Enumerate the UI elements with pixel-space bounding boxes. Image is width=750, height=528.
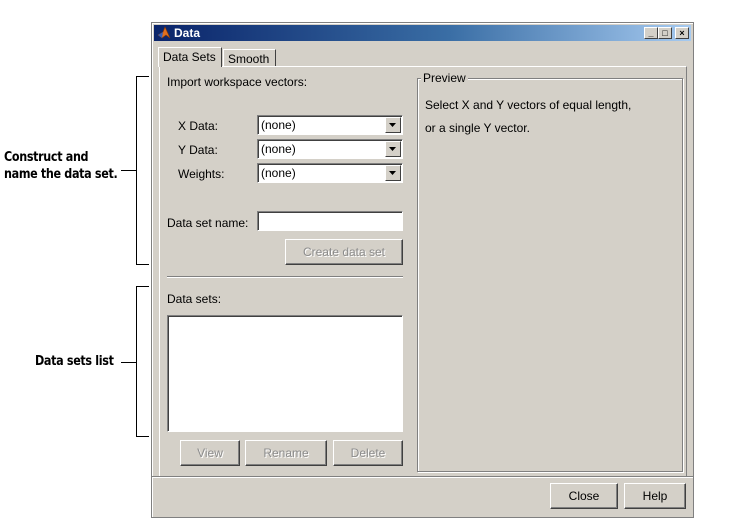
rename-button[interactable]: Rename (245, 440, 327, 466)
y-data-dropdown-button[interactable] (385, 141, 401, 157)
annotation-bracket-list (136, 286, 149, 437)
preview-group (417, 78, 683, 472)
tab-data-sets-label: Data Sets (163, 50, 216, 64)
annotation-bracket-construct (136, 76, 149, 265)
annotation-construct-line1: Construct and (4, 150, 89, 165)
chevron-down-icon (389, 147, 396, 151)
weights-select[interactable]: (none) (257, 163, 403, 183)
y-data-value: (none) (261, 142, 296, 156)
close-window-button[interactable]: × (675, 27, 689, 39)
import-heading: Import workspace vectors: (167, 75, 308, 89)
close-icon: × (679, 28, 685, 38)
view-button[interactable]: View (180, 440, 240, 466)
maximize-button[interactable]: □ (658, 27, 672, 39)
data-set-name-label: Data set name: (167, 216, 249, 230)
close-button[interactable]: Close (550, 483, 618, 509)
annotation-pointer-list (121, 362, 136, 363)
x-data-dropdown-button[interactable] (385, 117, 401, 133)
tab-smooth[interactable]: Smooth (223, 49, 276, 67)
annotation-construct-line2: name the data set. (4, 167, 118, 182)
data-sets-heading: Data sets: (167, 292, 222, 306)
chevron-down-icon (389, 171, 396, 175)
maximize-icon: □ (662, 28, 668, 38)
weights-value: (none) (261, 166, 296, 180)
x-data-label: X Data: (178, 119, 219, 133)
chevron-down-icon (389, 123, 396, 127)
section-divider (167, 276, 403, 278)
matlab-logo-icon (157, 26, 171, 40)
weights-label: Weights: (178, 167, 225, 181)
footer-divider (152, 476, 693, 478)
y-data-label: Y Data: (178, 143, 218, 157)
x-data-value: (none) (261, 118, 296, 132)
window-title: Data (174, 26, 201, 40)
tab-smooth-label: Smooth (228, 52, 270, 66)
data-set-name-input[interactable] (257, 211, 403, 231)
help-button[interactable]: Help (624, 483, 686, 509)
title-bar[interactable]: Data _ □ × (154, 25, 691, 41)
data-sets-listbox[interactable] (167, 315, 403, 432)
tab-data-sets[interactable]: Data Sets (158, 47, 222, 67)
minimize-button[interactable]: _ (644, 27, 658, 39)
delete-button[interactable]: Delete (333, 440, 403, 466)
data-window: Data _ □ × Data Sets Smooth Import works… (151, 22, 694, 518)
preview-message-line2: or a single Y vector. (425, 121, 530, 135)
preview-message-line1: Select X and Y vectors of equal length, (425, 98, 632, 112)
y-data-select[interactable]: (none) (257, 139, 403, 159)
create-data-set-button[interactable]: Create data set (285, 239, 403, 265)
preview-title: Preview (421, 71, 468, 85)
x-data-select[interactable]: (none) (257, 115, 403, 135)
weights-dropdown-button[interactable] (385, 165, 401, 181)
minimize-icon: _ (648, 28, 654, 38)
annotation-pointer-construct (121, 170, 136, 171)
annotation-data-sets-list: Data sets list (35, 354, 114, 369)
